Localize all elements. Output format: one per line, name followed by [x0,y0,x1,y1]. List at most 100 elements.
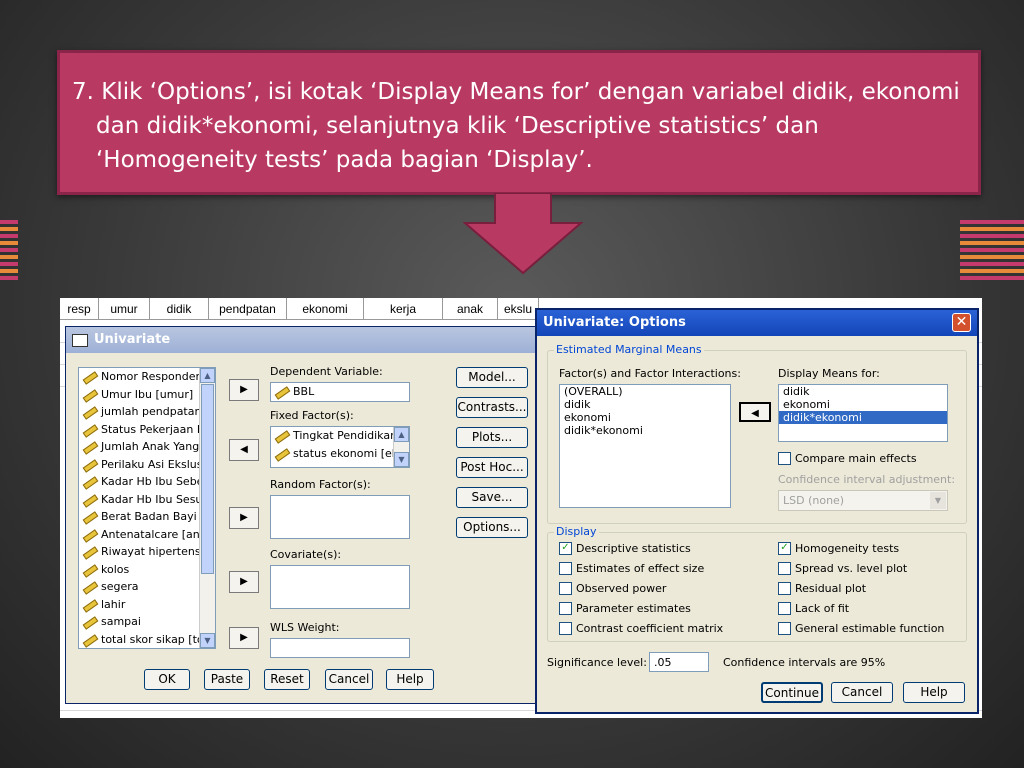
post-hoc-button[interactable]: Post Hoc... [456,457,528,478]
wls-field[interactable] [270,638,410,658]
scroll-thumb[interactable] [201,384,214,574]
ci-adj-select[interactable]: LSD (none) ▼ [778,490,948,511]
move-dependent-button[interactable]: ▶ [229,379,259,401]
variable-item[interactable]: Umur Ibu [umur] [79,386,215,404]
variable-item[interactable]: lahir [79,596,215,614]
significance-label: Significance level: [547,656,647,669]
col-pendpatan[interactable]: pendpatan [209,298,287,320]
lack-of-fit-checkbox[interactable]: Lack of fit [778,601,849,616]
variable-item[interactable]: Berat Badan Bayi [ [79,508,215,526]
display-means-item[interactable]: ekonomi [779,398,947,411]
compare-main-checkbox[interactable]: Compare main effects [778,451,917,466]
col-kerja[interactable]: kerja [364,298,443,320]
scale-variable-icon [83,513,97,521]
variable-item[interactable]: Antenatalcare [anc [79,526,215,544]
scroll-down-icon[interactable]: ▼ [394,452,409,467]
ci-text: Confidence intervals are 95% [723,656,886,669]
general-estimable-checkbox[interactable]: General estimable function [778,621,944,636]
variable-item[interactable]: Perilaku Asi Ekslus [79,456,215,474]
variable-item[interactable]: sampai [79,613,215,631]
dependent-value: BBL [293,385,315,398]
fixed-item[interactable]: status ekonomi [ek [271,445,409,463]
display-means-item[interactable]: didik [779,385,947,398]
variable-item[interactable]: segera [79,578,215,596]
col-anak[interactable]: anak [443,298,498,320]
significance-input[interactable]: .05 [649,652,709,672]
variable-item[interactable]: total skor sikap [tot [79,631,215,649]
factor-item[interactable]: didik [560,398,730,411]
dependent-field[interactable]: BBL [270,382,410,402]
observed-power-checkbox[interactable]: Observed power [559,581,666,596]
variable-item[interactable]: kolos [79,561,215,579]
random-factor-list[interactable] [270,495,410,539]
factor-item[interactable]: ekonomi [560,411,730,424]
fixed-factor-label: Fixed Factor(s): [270,409,354,422]
variable-item[interactable]: Nomor Responden [79,368,215,386]
fixed-item[interactable]: Tingkat Pendidikan [271,427,409,445]
move-random-button[interactable]: ▶ [229,507,259,529]
variable-item[interactable]: jumlah pendpatan [79,403,215,421]
spss-screenshot: resp umur didik pendpatan ekonomi kerja … [60,298,982,718]
display-means-item-selected[interactable]: didik*ekonomi [779,411,947,424]
fixed-scrollbar[interactable]: ▲ ▼ [393,427,409,467]
variable-item[interactable]: Status Pekerjaan I [79,421,215,439]
wls-label: WLS Weight: [270,621,340,634]
ok-button[interactable]: OK [144,669,190,690]
plots-button[interactable]: Plots... [456,427,528,448]
variable-item[interactable]: Kadar Hb Ibu Sesu [79,491,215,509]
options-titlebar[interactable]: Univariate: Options ✕ [537,310,977,336]
ci-adj-value: LSD (none) [783,494,845,507]
options-help-button[interactable]: Help [903,682,965,703]
variable-item[interactable]: Jumlah Anak Yang [79,438,215,456]
variable-list[interactable]: Nomor Responden Umur Ibu [umur] jumlah pen… [78,367,216,649]
display-means-label: Display Means for: [778,367,880,380]
col-ekslu[interactable]: ekslu [498,298,539,320]
continue-button[interactable]: Continue [761,682,823,703]
residual-plot-checkbox[interactable]: Residual plot [778,581,866,596]
options-cancel-button[interactable]: Cancel [831,682,893,703]
factor-item[interactable]: didik*ekonomi [560,424,730,437]
scale-variable-icon [83,478,97,486]
contrasts-button[interactable]: Contrasts... [456,397,528,418]
help-button[interactable]: Help [386,669,434,690]
variable-list-scrollbar[interactable]: ▲ ▼ [199,368,215,648]
scale-variable-icon [83,496,97,504]
univariate-dialog: Univariate Nomor Responden Umur Ibu [umur… [65,326,543,704]
covariate-list[interactable] [270,565,410,609]
model-button[interactable]: Model... [456,367,528,388]
contrast-matrix-checkbox[interactable]: Contrast coefficient matrix [559,621,723,636]
col-umur[interactable]: umur [99,298,150,320]
left-stripes [0,220,18,283]
dropdown-icon[interactable]: ▼ [930,492,946,509]
scroll-up-icon[interactable]: ▲ [200,368,215,383]
univariate-titlebar[interactable]: Univariate [66,327,542,353]
paste-button[interactable]: Paste [204,669,250,690]
save-button[interactable]: Save... [456,487,528,508]
factor-item[interactable]: (OVERALL) [560,385,730,398]
instruction-box: 7. Klik ‘Options’, isi kotak ‘Display Me… [57,50,981,195]
scale-variable-icon [83,461,97,469]
effect-size-checkbox[interactable]: Estimates of effect size [559,561,704,576]
variable-item[interactable]: Kadar Hb Ibu Sebe [79,473,215,491]
scroll-up-icon[interactable]: ▲ [394,427,409,442]
move-covariate-button[interactable]: ▶ [229,571,259,593]
move-display-means-button[interactable]: ◀ [739,402,771,422]
col-didik[interactable]: didik [150,298,209,320]
reset-button[interactable]: Reset [264,669,310,690]
close-icon[interactable]: ✕ [952,313,971,332]
display-means-list[interactable]: didik ekonomi didik*ekonomi [778,384,948,442]
col-ekonomi[interactable]: ekonomi [287,298,364,320]
options-button[interactable]: Options... [456,517,528,538]
move-wls-button[interactable]: ▶ [229,627,259,649]
variable-item[interactable]: Riwayat hipertensi [79,543,215,561]
fixed-factor-list[interactable]: Tingkat Pendidikan status ekonomi [ek ▲ … [270,426,410,468]
move-fixed-button[interactable]: ◀ [229,439,259,461]
cancel-button[interactable]: Cancel [325,669,373,690]
spread-level-checkbox[interactable]: Spread vs. level plot [778,561,907,576]
col-resp[interactable]: resp [60,298,99,320]
factors-list[interactable]: (OVERALL) didik ekonomi didik*ekonomi [559,384,731,508]
scroll-down-icon[interactable]: ▼ [200,633,215,648]
parameter-estimates-checkbox[interactable]: Parameter estimates [559,601,691,616]
homogeneity-tests-checkbox[interactable]: ✓ Homogeneity tests [778,541,899,556]
descriptive-statistics-checkbox[interactable]: ✓ Descriptive statistics [559,541,691,556]
